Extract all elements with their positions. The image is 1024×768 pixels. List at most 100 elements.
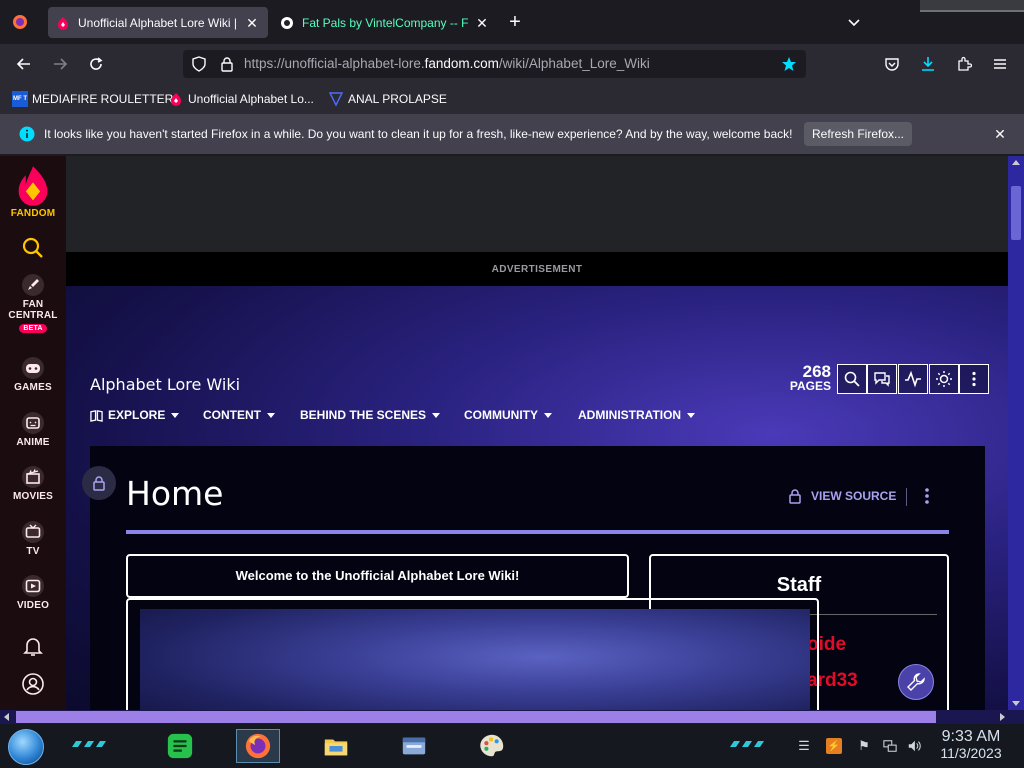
close-notification-icon[interactable]: ✕ — [992, 126, 1008, 142]
downloads-icon[interactable] — [916, 52, 940, 76]
horizontal-scrollbar[interactable] — [0, 710, 1024, 724]
chevron-down-icon — [544, 412, 552, 418]
lock-icon[interactable] — [219, 56, 235, 72]
wrench-icon — [907, 673, 925, 691]
flag-icon[interactable]: ⚑ — [856, 738, 872, 754]
vertical-scrollbar[interactable] — [1008, 156, 1024, 710]
discussions-button[interactable] — [867, 364, 897, 394]
tracking-protection-icon[interactable] — [191, 56, 207, 72]
page-count-label: PAGES — [789, 379, 831, 393]
triangle-flag-icon — [328, 91, 344, 107]
wiki-name[interactable]: Alphabet Lore Wiki — [90, 375, 240, 394]
chevron-down-icon — [432, 412, 441, 418]
close-tab-icon[interactable]: ✕ — [244, 15, 260, 31]
address-bar[interactable]: https://unofficial-alphabet-lore.fandom.… — [183, 50, 806, 78]
sidebar-item-anime[interactable]: ANIME — [0, 411, 66, 448]
user-icon — [22, 673, 44, 695]
wiki-header-background: Alphabet Lore Wiki EXPLORE CONTENT BEHIN… — [66, 286, 1008, 710]
back-button[interactable] — [12, 52, 36, 76]
search-icon — [22, 237, 43, 258]
taskbar-app-notes[interactable] — [158, 729, 202, 763]
notification-bar: It looks like you haven't started Firefo… — [0, 114, 1024, 154]
nav-content[interactable]: CONTENT — [203, 408, 275, 422]
vertical-scroll-thumb[interactable] — [1011, 186, 1021, 240]
new-tab-button[interactable]: + — [505, 12, 525, 32]
discussions-icon — [874, 372, 890, 387]
scroll-left-arrow[interactable] — [4, 713, 9, 721]
recent-changes-button[interactable] — [898, 364, 928, 394]
bookmark-label: Unofficial Alphabet Lo... — [188, 92, 314, 106]
wiki-more-button[interactable] — [959, 364, 989, 394]
sidebar-item-fan-central[interactable]: FAN CENTRAL BETA — [0, 273, 66, 333]
nav-explore[interactable]: EXPLORE — [90, 408, 180, 422]
horizontal-scroll-thumb[interactable] — [16, 711, 936, 723]
list-tabs-icon[interactable] — [846, 14, 862, 30]
clock-time: 9:33 AM — [941, 728, 1001, 745]
tv-icon — [22, 521, 44, 543]
menu-icon[interactable] — [988, 52, 1012, 76]
tools-button[interactable] — [898, 664, 934, 700]
close-tab-icon[interactable]: ✕ — [474, 15, 490, 31]
notification-text: It looks like you haven't started Firefo… — [44, 127, 793, 141]
taskbar-app-paint[interactable] — [470, 729, 514, 763]
sidebar-item-games[interactable]: GAMES — [0, 356, 66, 393]
taskbar-app-control-panel[interactable] — [392, 729, 436, 763]
refresh-firefox-button[interactable]: Refresh Firefox... — [804, 122, 912, 146]
sidebar-item-movies[interactable]: MOVIES — [0, 465, 66, 502]
nav-community[interactable]: COMMUNITY — [464, 408, 552, 422]
advertisement-slot — [66, 156, 1008, 252]
bookmark-third[interactable]: ANAL PROLAPSE — [328, 90, 447, 108]
search-button[interactable] — [0, 236, 66, 262]
nav-behind-the-scenes[interactable]: BEHIND THE SCENES — [300, 408, 441, 422]
scroll-up-arrow[interactable] — [1012, 160, 1020, 165]
more-vertical-icon — [972, 371, 976, 387]
staff-title: Staff — [776, 574, 822, 596]
tray-app-icon[interactable]: ⚡ — [826, 738, 842, 754]
fandom-flame-icon — [18, 166, 48, 206]
bookmark-mediafire[interactable]: MF T MEDIAFIRE ROULETTER — [12, 90, 173, 108]
navigation-toolbar: https://unofficial-alphabet-lore.fandom.… — [0, 44, 1024, 84]
user-account-button[interactable] — [0, 672, 66, 698]
view-source-button[interactable]: VIEW SOURCE — [787, 488, 896, 504]
bookmark-star-icon[interactable] — [781, 56, 797, 72]
paint-palette-icon — [480, 734, 504, 757]
nav-administration[interactable]: ADMINISTRATION — [578, 408, 696, 422]
anime-label: ANIME — [16, 437, 50, 448]
taskbar-app-firefox[interactable] — [236, 729, 280, 763]
tab-strip: Unofficial Alphabet Lore Wiki | F ✕ Fat … — [0, 0, 1024, 44]
pocket-icon[interactable] — [880, 52, 904, 76]
reload-button[interactable] — [84, 52, 108, 76]
page-count-number: 268 — [802, 362, 831, 381]
window-app-icon — [402, 737, 426, 755]
taskbar-app-file-explorer[interactable] — [314, 729, 358, 763]
tab-fat-pals[interactable]: Fat Pals by VintelCompany -- F ✕ — [272, 7, 498, 38]
fandom-logo[interactable]: FANDOM — [0, 164, 66, 219]
taskbar-clock[interactable]: 9:33 AM 11/3/2023 — [930, 728, 1012, 762]
url-text[interactable]: https://unofficial-alphabet-lore.fandom.… — [244, 56, 650, 71]
nav-label: ADMINISTRATION — [578, 408, 682, 422]
advertisement-label: ADVERTISEMENT — [491, 264, 583, 275]
notifications-button[interactable] — [0, 634, 66, 660]
sidebar-item-video[interactable]: VIDEO — [0, 574, 66, 611]
scroll-down-arrow[interactable] — [1012, 701, 1020, 706]
bookmark-alphabet-lore[interactable]: Unofficial Alphabet Lo... — [168, 90, 314, 108]
theme-toggle-button[interactable] — [929, 364, 959, 394]
beta-badge: BETA — [19, 324, 47, 333]
extensions-icon[interactable] — [952, 52, 976, 76]
welcome-banner: Welcome to the Unofficial Alphabet Lore … — [126, 554, 629, 598]
sidebar-item-tv[interactable]: TV — [0, 520, 66, 557]
protected-page-badge[interactable] — [82, 466, 116, 500]
forward-button[interactable] — [48, 52, 72, 76]
wiki-search-button[interactable] — [837, 364, 867, 394]
tab-alphabet-lore[interactable]: Unofficial Alphabet Lore Wiki | F ✕ — [48, 7, 268, 38]
scroll-right-arrow[interactable] — [1000, 713, 1005, 721]
anime-face-icon — [22, 412, 44, 434]
firefox-view-icon[interactable] — [12, 14, 28, 30]
page-actions-more-icon[interactable] — [922, 486, 932, 506]
tray-stack-icon[interactable]: ☰ — [796, 738, 812, 754]
network-icon[interactable] — [882, 738, 898, 754]
url-prefix: https://unofficial-alphabet-lore. — [244, 56, 425, 71]
bookmark-label: MEDIAFIRE ROULETTER — [32, 92, 174, 106]
start-button[interactable] — [8, 729, 44, 765]
volume-icon[interactable] — [906, 738, 922, 754]
